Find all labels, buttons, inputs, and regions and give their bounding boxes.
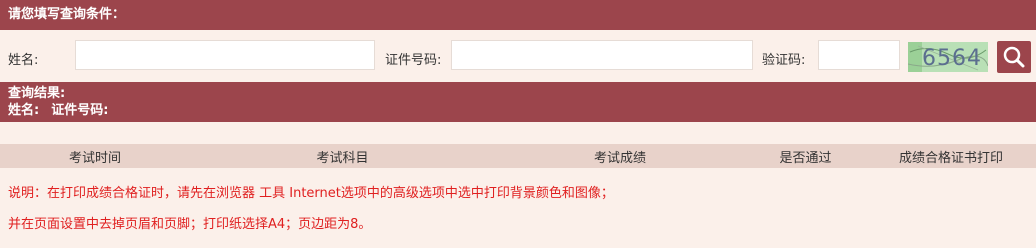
column-certificate-print: 成绩合格证书打印: [898, 150, 1003, 166]
criteria-header-title: 请您填写查询条件：: [8, 7, 126, 22]
criteria-header: 请您填写查询条件：: [0, 0, 1036, 30]
results-title: 查询结果:: [8, 86, 66, 101]
name-label: 姓名:: [8, 53, 39, 68]
column-exam-score: 考试成绩: [593, 150, 646, 166]
captcha-image[interactable]: 6564: [907, 42, 989, 72]
id-number-input[interactable]: [451, 40, 753, 70]
captcha-label: 验证码:: [762, 53, 806, 68]
results-id-label: 证件号码:: [51, 103, 109, 118]
id-number-label: 证件号码:: [385, 53, 442, 68]
column-passed: 是否通过: [779, 150, 832, 166]
results-spacer: [0, 122, 1036, 144]
results-header: 查询结果: 姓名: 证件号码:: [0, 82, 1036, 122]
captcha-input[interactable]: [818, 40, 900, 70]
column-exam-subject: 考试科目: [316, 150, 369, 166]
results-name-label: 姓名:: [8, 103, 40, 118]
magnifier-icon: [1003, 46, 1025, 68]
results-table-header: 考试时间 考试科目 考试成绩 是否通过 成绩合格证书打印: [0, 144, 1036, 168]
results-summary: 姓名: 证件号码:: [8, 102, 1036, 119]
search-form: 姓名: 证件号码: 验证码:: [0, 30, 1036, 82]
name-input[interactable]: [75, 40, 375, 70]
instruction-line-1: 说明：在打印成绩合格证时，请先在浏览器 工具 Internet选项中的高级选项中…: [8, 186, 614, 201]
column-exam-time: 考试时间: [68, 150, 121, 166]
captcha-text: 6564: [922, 46, 982, 71]
search-button[interactable]: [997, 41, 1031, 73]
print-instructions: 说明：在打印成绩合格证时，请先在浏览器 工具 Internet选项中的高级选项中…: [0, 182, 1036, 232]
instruction-line-2: 并在页面设置中去掉页眉和页脚；打印纸选择A4；页边距为8。: [8, 217, 372, 232]
captcha-picture: 6564: [907, 42, 989, 72]
